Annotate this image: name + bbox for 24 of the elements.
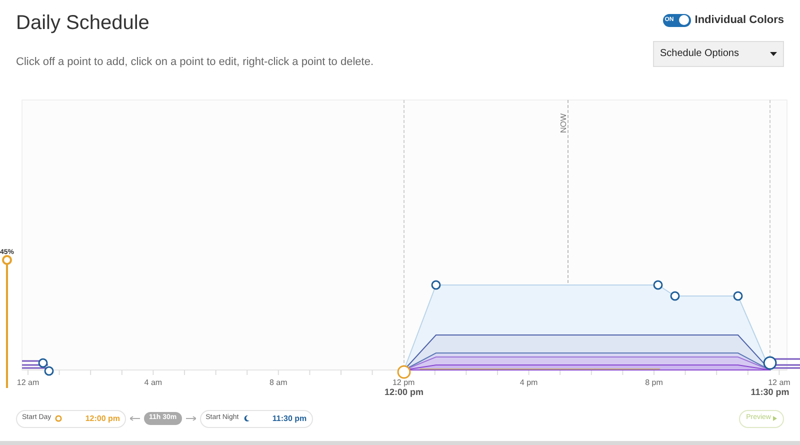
- moon-icon: [242, 415, 250, 422]
- axis-label: 12 am: [768, 378, 790, 386]
- axis-label: 4 am: [144, 378, 162, 386]
- control-points-drawing[interactable]: [38, 280, 777, 378]
- start-night-time: 11:30 pm: [272, 412, 307, 424]
- start-marker-label: 12:00 pm: [384, 386, 424, 396]
- caret-icon: [770, 52, 777, 56]
- toggle-label: Individual Colors: [694, 13, 784, 28]
- left-arrow-icon: [130, 416, 140, 421]
- start-day-time: 12:00 pm: [85, 412, 120, 424]
- right-arrow-icon: [186, 416, 196, 421]
- page-title: Daily Schedule: [16, 11, 150, 36]
- axis-label: 12 pm: [392, 378, 415, 386]
- axis-label: 4 pm: [520, 378, 538, 386]
- brightness-handle[interactable]: [2, 254, 12, 388]
- end-marker-label: 11:30 pm: [750, 386, 790, 396]
- sun-icon: [55, 415, 62, 422]
- hint-text: Click off a point to add, click on a point to edit, right-click a point to delete.: [16, 55, 374, 70]
- now-label: NOW: [559, 112, 568, 132]
- axis-label: 8 am: [270, 378, 288, 386]
- axis-label: 8 pm: [645, 378, 663, 386]
- schedule-options-dropdown[interactable]: Schedule Options: [653, 40, 784, 66]
- play-icon: [773, 416, 777, 421]
- axis-label: 12 am: [16, 378, 40, 386]
